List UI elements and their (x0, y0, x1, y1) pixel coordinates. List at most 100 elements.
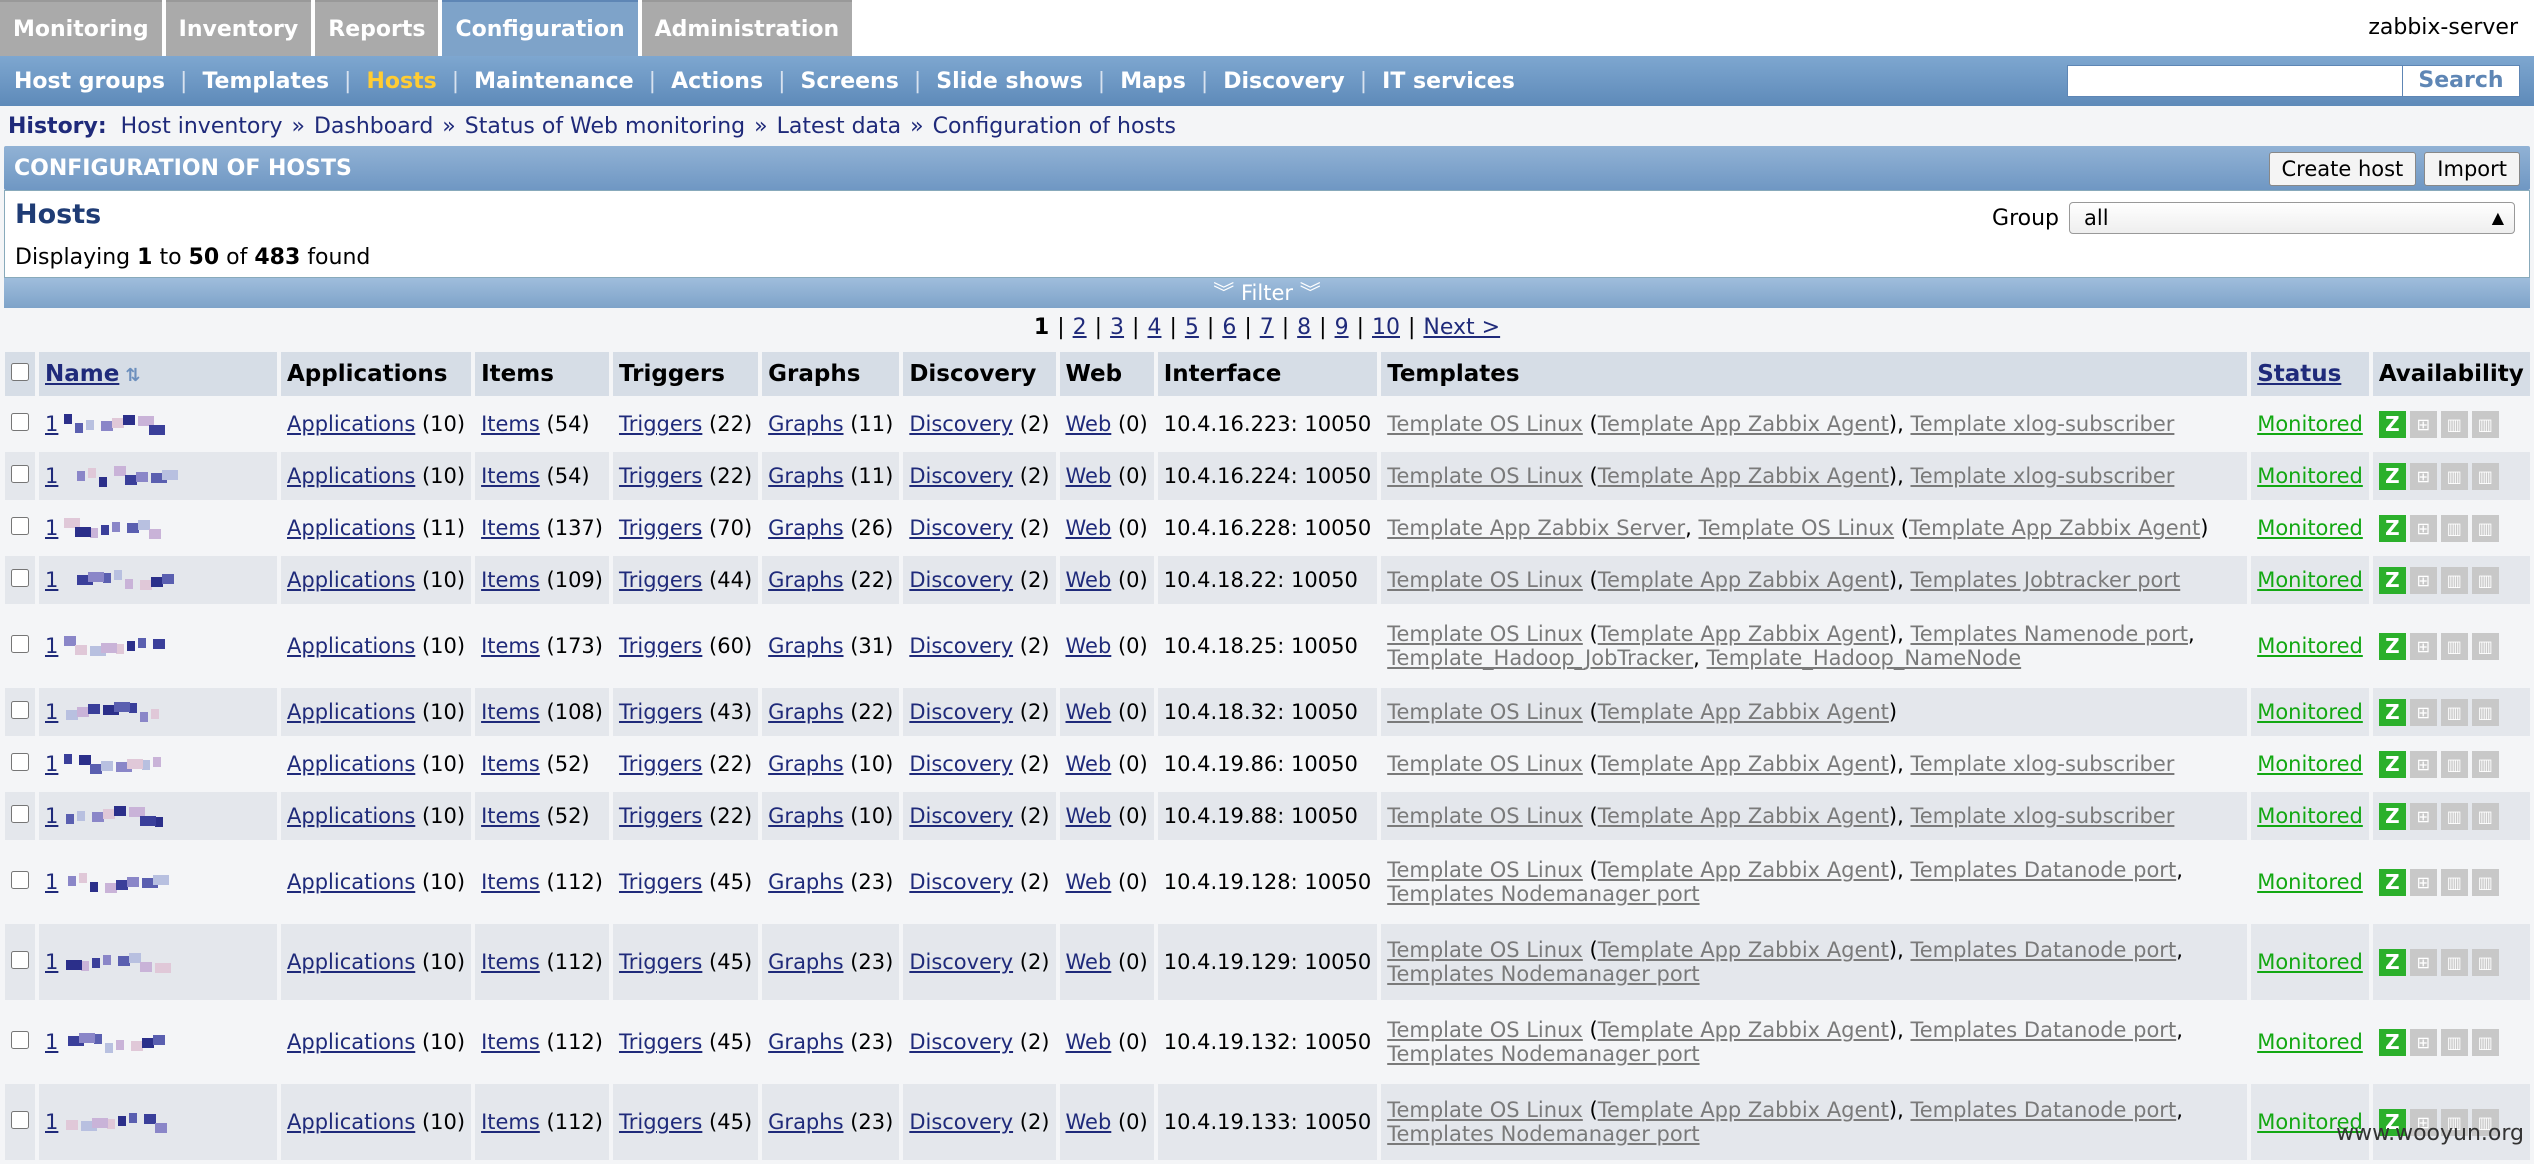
items-link[interactable]: Items (481, 700, 540, 724)
graphs-link[interactable]: Graphs (768, 516, 843, 540)
template-link[interactable]: Template App Zabbix Agent (1598, 938, 1889, 962)
host-name-link[interactable]: 1 (45, 516, 58, 540)
applications-link[interactable]: Applications (287, 1030, 415, 1054)
history-link[interactable]: Status of Web monitoring (465, 114, 745, 139)
template-link[interactable]: Template xlog-subscriber (1910, 412, 2174, 436)
triggers-link[interactable]: Triggers (619, 464, 702, 488)
applications-link[interactable]: Applications (287, 804, 415, 828)
host-name-link[interactable]: 1 (45, 700, 58, 724)
discovery-link[interactable]: Discovery (909, 1110, 1013, 1134)
page-8[interactable]: 8 (1297, 315, 1311, 340)
template-link[interactable]: Templates Nodemanager port (1387, 1042, 1699, 1066)
row-checkbox[interactable] (11, 1111, 29, 1129)
page-2[interactable]: 2 (1073, 315, 1087, 340)
triggers-link[interactable]: Triggers (619, 1110, 702, 1134)
web-link[interactable]: Web (1066, 700, 1112, 724)
template-link[interactable]: Template OS Linux (1387, 752, 1583, 776)
row-checkbox[interactable] (11, 635, 29, 653)
sort-status-link[interactable]: Status (2257, 361, 2341, 387)
template-link[interactable]: Templates Jobtracker port (1910, 568, 2180, 592)
create-host-button[interactable]: Create host (2268, 152, 2417, 186)
graphs-link[interactable]: Graphs (768, 950, 843, 974)
template-link[interactable]: Template App Zabbix Agent (1598, 1018, 1889, 1042)
template-link[interactable]: Template App Zabbix Agent (1598, 568, 1889, 592)
template-link[interactable]: Template xlog-subscriber (1910, 752, 2174, 776)
template-link[interactable]: Template OS Linux (1387, 858, 1583, 882)
graphs-link[interactable]: Graphs (768, 568, 843, 592)
items-link[interactable]: Items (481, 568, 540, 592)
web-link[interactable]: Web (1066, 516, 1112, 540)
status-toggle-link[interactable]: Monitored (2257, 568, 2363, 592)
discovery-link[interactable]: Discovery (909, 950, 1013, 974)
host-name-link[interactable]: 1 (45, 1110, 58, 1134)
page-4[interactable]: 4 (1147, 315, 1161, 340)
template-link[interactable]: Template_Hadoop_NameNode (1707, 646, 2022, 670)
row-checkbox[interactable] (11, 753, 29, 771)
select-all-checkbox[interactable] (11, 363, 29, 381)
applications-link[interactable]: Applications (287, 1110, 415, 1134)
template-link[interactable]: Templates Datanode port (1910, 1098, 2176, 1122)
web-link[interactable]: Web (1066, 464, 1112, 488)
discovery-link[interactable]: Discovery (909, 568, 1013, 592)
menu-item-discovery[interactable]: Discovery (1223, 69, 1345, 94)
group-select[interactable]: all ▲ (2069, 202, 2515, 234)
page-10[interactable]: 10 (1372, 315, 1400, 340)
row-checkbox[interactable] (11, 569, 29, 587)
web-link[interactable]: Web (1066, 950, 1112, 974)
page-7[interactable]: 7 (1260, 315, 1274, 340)
template-link[interactable]: Template App Zabbix Agent (1598, 622, 1889, 646)
template-link[interactable]: Templates Datanode port (1910, 1018, 2176, 1042)
triggers-link[interactable]: Triggers (619, 634, 702, 658)
items-link[interactable]: Items (481, 464, 540, 488)
web-link[interactable]: Web (1066, 870, 1112, 894)
history-link[interactable]: Configuration of hosts (933, 114, 1176, 139)
discovery-link[interactable]: Discovery (909, 870, 1013, 894)
template-link[interactable]: Templates Namenode port (1910, 622, 2188, 646)
triggers-link[interactable]: Triggers (619, 516, 702, 540)
applications-link[interactable]: Applications (287, 464, 415, 488)
host-name-link[interactable]: 1 (45, 1030, 58, 1054)
row-checkbox[interactable] (11, 413, 29, 431)
template-link[interactable]: Template OS Linux (1387, 938, 1583, 962)
row-checkbox[interactable] (11, 951, 29, 969)
web-link[interactable]: Web (1066, 1110, 1112, 1134)
graphs-link[interactable]: Graphs (768, 412, 843, 436)
applications-link[interactable]: Applications (287, 870, 415, 894)
template-link[interactable]: Template App Zabbix Agent (1598, 752, 1889, 776)
template-link[interactable]: Templates Nodemanager port (1387, 962, 1699, 986)
discovery-link[interactable]: Discovery (909, 516, 1013, 540)
menu-item-it-services[interactable]: IT services (1382, 69, 1515, 94)
web-link[interactable]: Web (1066, 568, 1112, 592)
template-link[interactable]: Template App Zabbix Agent (1909, 516, 2200, 540)
status-toggle-link[interactable]: Monitored (2257, 752, 2363, 776)
host-name-link[interactable]: 1 (45, 752, 58, 776)
web-link[interactable]: Web (1066, 412, 1112, 436)
template-link[interactable]: Template xlog-subscriber (1910, 464, 2174, 488)
column-status[interactable]: Status (2251, 352, 2369, 396)
items-link[interactable]: Items (481, 516, 540, 540)
template-link[interactable]: Templates Nodemanager port (1387, 882, 1699, 906)
items-link[interactable]: Items (481, 634, 540, 658)
template-link[interactable]: Template App Zabbix Agent (1598, 804, 1889, 828)
applications-link[interactable]: Applications (287, 412, 415, 436)
page-5[interactable]: 5 (1185, 315, 1199, 340)
applications-link[interactable]: Applications (287, 700, 415, 724)
history-link[interactable]: Latest data (777, 114, 902, 139)
discovery-link[interactable]: Discovery (909, 804, 1013, 828)
template-link[interactable]: Template App Zabbix Server (1387, 516, 1685, 540)
menu-item-maps[interactable]: Maps (1120, 69, 1186, 94)
page-6[interactable]: 6 (1222, 315, 1236, 340)
row-checkbox[interactable] (11, 1031, 29, 1049)
host-name-link[interactable]: 1 (45, 870, 58, 894)
row-checkbox[interactable] (11, 465, 29, 483)
tab-reports[interactable]: Reports (315, 0, 439, 56)
applications-link[interactable]: Applications (287, 634, 415, 658)
menu-item-hosts[interactable]: Hosts (366, 69, 436, 94)
search-input[interactable] (2067, 65, 2402, 97)
tab-configuration[interactable]: Configuration (442, 0, 638, 56)
triggers-link[interactable]: Triggers (619, 950, 702, 974)
template-link[interactable]: Template OS Linux (1698, 516, 1894, 540)
graphs-link[interactable]: Graphs (768, 634, 843, 658)
template-link[interactable]: Templates Datanode port (1910, 938, 2176, 962)
web-link[interactable]: Web (1066, 804, 1112, 828)
